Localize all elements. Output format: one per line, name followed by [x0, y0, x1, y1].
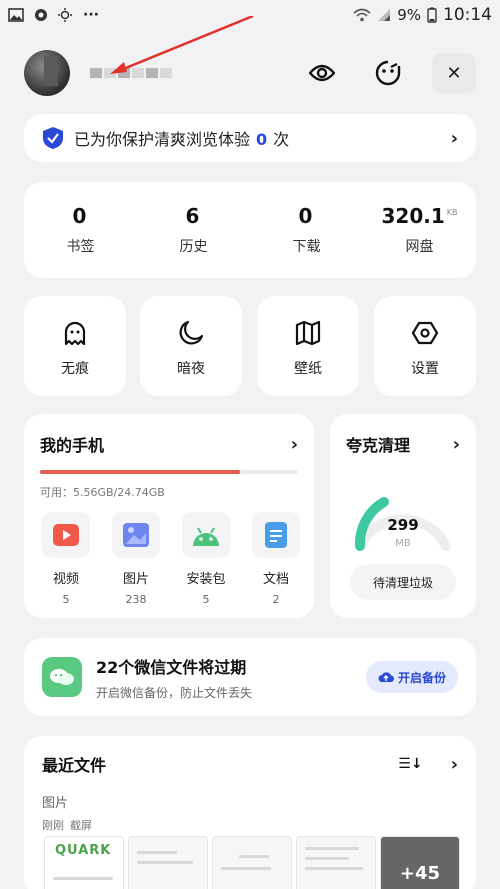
wechat-title: 22个微信文件将过期: [96, 657, 247, 677]
more-dots: ···: [83, 7, 99, 23]
chevron-right-icon: ›: [450, 127, 458, 149]
wechat-folder-icon: [42, 657, 82, 697]
thumbnail[interactable]: [212, 836, 292, 889]
enable-backup-button[interactable]: 开启备份: [365, 661, 458, 693]
tool-wallpaper[interactable]: 壁纸: [257, 296, 359, 396]
tool-settings[interactable]: 设置: [374, 296, 476, 396]
category-documents[interactable]: 文档 2: [252, 512, 300, 606]
cloud-upload-icon: [378, 672, 394, 683]
storage-bar: [40, 470, 298, 474]
wechat-backup-card[interactable]: 22个微信文件将过期 开启微信备份，防止文件丢失 开启备份: [24, 638, 476, 716]
clean-junk-button[interactable]: 待清理垃圾: [350, 564, 456, 600]
storage-text: 可用：5.56GB/24.74GB: [40, 486, 165, 499]
close-icon: ✕: [446, 62, 462, 84]
image-icon: [123, 523, 149, 547]
android-icon: [193, 527, 219, 546]
category-images[interactable]: 图片 238: [112, 512, 160, 606]
stats-card: 0 书签 6 历史 0 下载 320.1 KB 网盘: [24, 182, 476, 278]
tool-night-mode[interactable]: 暗夜: [140, 296, 242, 396]
profile-row: ✕: [24, 46, 476, 100]
battery-icon: [427, 7, 437, 23]
thumbnail[interactable]: [128, 836, 208, 889]
face-icon: [375, 60, 401, 86]
sort-icon[interactable]: ☰↓: [398, 756, 422, 772]
tool-incognito[interactable]: 无痕: [24, 296, 126, 396]
map-icon: [295, 320, 321, 346]
cleaner-card[interactable]: 夸克清理 › 299 MB 待清理垃圾: [330, 414, 476, 618]
recent-files-card[interactable]: 最近文件 ☰↓ › 图片 刚刚 截屏 QUARK +45: [24, 736, 476, 889]
wechat-subtitle: 开启微信备份，防止文件丢失: [96, 685, 253, 700]
weather-icon: [58, 8, 72, 22]
image-icon: [8, 8, 24, 22]
stat-history[interactable]: 6 历史: [137, 182, 250, 278]
category-apk[interactable]: 安装包 5: [182, 512, 230, 606]
chevron-right-icon: ›: [452, 433, 460, 455]
recent-category: 图片: [42, 796, 69, 811]
recent-files-title: 最近文件: [42, 756, 107, 775]
eye-button[interactable]: [300, 51, 344, 95]
thumbnail[interactable]: [296, 836, 376, 889]
category-video[interactable]: 视频 5: [42, 512, 90, 606]
document-icon: [265, 522, 287, 548]
thumbnail-more[interactable]: +45: [380, 836, 460, 889]
chevron-right-icon: ›: [450, 753, 458, 775]
chevron-right-icon: ›: [290, 433, 298, 455]
status-bar: ··· 9% 10:14: [0, 0, 500, 30]
stat-downloads[interactable]: 0 下载: [250, 182, 363, 278]
recent-thumbnails: QUARK +45: [44, 836, 460, 889]
cleaner-gauge: 299 MB: [346, 480, 460, 560]
stat-bookmarks[interactable]: 0 书签: [24, 182, 137, 278]
battery-percent: 9%: [397, 6, 421, 24]
stat-cloud-drive[interactable]: 320.1 KB 网盘: [363, 182, 476, 278]
cleaner-value: 299: [387, 516, 419, 534]
recent-time: 刚刚: [42, 819, 64, 832]
shield-icon: [43, 127, 63, 149]
cleaner-title: 夸克清理: [346, 436, 411, 455]
eye-icon: [309, 64, 335, 82]
signal-icon: [378, 9, 391, 21]
avatar[interactable]: [24, 50, 70, 96]
record-icon: [35, 9, 47, 21]
username-blurred[interactable]: [90, 68, 172, 78]
moon-icon: [179, 320, 204, 345]
cleaner-unit: MB: [395, 538, 411, 549]
protection-text: 已为你保护清爽浏览体验 0 次: [74, 130, 290, 149]
ghost-icon: [64, 321, 86, 346]
thumbnail[interactable]: QUARK: [44, 836, 124, 889]
protection-count: 0: [256, 130, 268, 149]
my-phone-card[interactable]: 我的手机 › 可用：5.56GB/24.74GB 视频 5 图片 238 安装包…: [24, 414, 314, 618]
face-button[interactable]: [366, 51, 410, 95]
video-icon: [53, 524, 79, 546]
protection-banner[interactable]: 已为你保护清爽浏览体验 0 次 ›: [24, 114, 476, 162]
close-button[interactable]: ✕: [432, 53, 476, 93]
wifi-icon: [353, 8, 371, 22]
my-phone-title: 我的手机: [40, 436, 105, 455]
clock-time: 10:14: [443, 5, 492, 25]
recent-source: 截屏: [70, 819, 92, 832]
settings-icon: [412, 321, 438, 345]
